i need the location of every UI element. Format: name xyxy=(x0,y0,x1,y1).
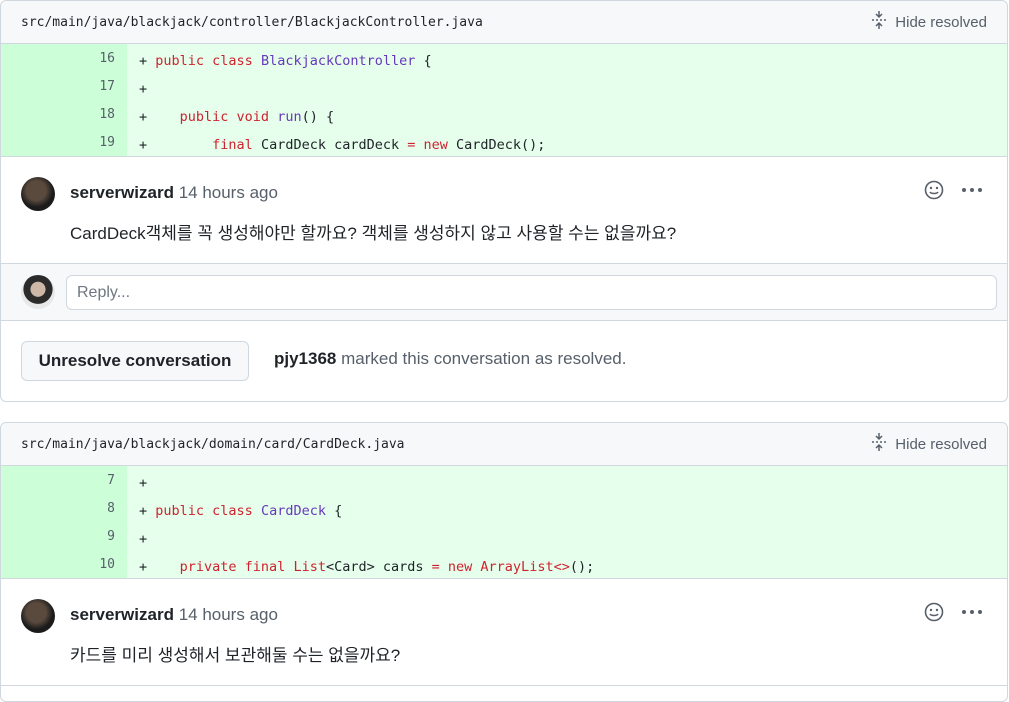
line-number[interactable]: 18 xyxy=(1,100,127,128)
avatar[interactable] xyxy=(21,177,55,211)
hide-resolved-button[interactable]: Hide resolved xyxy=(871,11,987,33)
code-line: + final CardDeck cardDeck = new CardDeck… xyxy=(127,131,545,153)
comment-time[interactable]: 14 hours ago xyxy=(179,605,278,624)
code-token: + xyxy=(139,109,180,125)
code-token: run xyxy=(277,109,302,125)
code-line: + xyxy=(127,75,147,97)
review-comment: serverwizard 14 hours ago 카드를 미리 생성해서 보관… xyxy=(1,578,1007,686)
code-token: List xyxy=(293,559,326,575)
code-token: class xyxy=(212,53,261,69)
comment-body: CardDeck객체를 꼭 생성해야만 할까요? 객체를 생성하지 않고 사용할… xyxy=(70,224,677,243)
line-number[interactable]: 17 xyxy=(1,72,127,100)
code-line: + public void run() { xyxy=(127,103,334,125)
review-comment: serverwizard 14 hours ago CardDeck객체를 꼭 … xyxy=(1,156,1007,264)
line-number[interactable]: 10 xyxy=(1,550,127,578)
diff-hunk: 7 +8 + public class CardDeck {9 +10 + privat… xyxy=(1,466,1007,578)
code-line: + xyxy=(127,469,147,491)
code-token: public xyxy=(179,109,237,125)
reply-box xyxy=(1,264,1007,321)
add-reaction-icon[interactable] xyxy=(923,601,945,623)
file-header: src/main/java/blackjack/controller/Black… xyxy=(1,1,1007,44)
code-token: + xyxy=(139,475,148,491)
add-reaction-icon[interactable] xyxy=(923,179,945,201)
comment-author[interactable]: serverwizard xyxy=(70,183,174,202)
current-user-avatar xyxy=(21,275,55,309)
code-token: CardDeck cardDeck xyxy=(260,137,408,153)
code-token: final xyxy=(244,559,294,575)
code-token: ArrayList<> xyxy=(480,559,570,575)
code-token: CardDeck(); xyxy=(456,137,546,153)
resolve-row: Unresolve conversation pjy1368 marked th… xyxy=(1,321,1007,401)
kebab-menu-icon[interactable] xyxy=(961,601,983,623)
code-token: { xyxy=(415,53,432,69)
code-token: class xyxy=(212,503,261,519)
code-line: + public class BlackjackController { xyxy=(127,47,432,69)
file-path[interactable]: src/main/java/blackjack/domain/card/Card… xyxy=(21,437,405,452)
avatar[interactable] xyxy=(21,599,55,633)
diff-line: 9 + xyxy=(1,522,1007,550)
code-token: (); xyxy=(569,559,595,575)
fold-icon xyxy=(871,11,887,33)
review-thread-2: src/main/java/blackjack/domain/card/Card… xyxy=(0,422,1008,702)
code-token: + xyxy=(139,53,156,69)
line-number[interactable]: 16 xyxy=(1,44,127,72)
code-token: () { xyxy=(301,109,335,125)
diff-line: 7 + xyxy=(1,466,1007,494)
code-token: public xyxy=(155,503,213,519)
line-number[interactable]: 19 xyxy=(1,128,127,156)
comment-body: 카드를 미리 생성해서 보관해둘 수는 없을까요? xyxy=(70,646,401,665)
code-token: BlackjackController xyxy=(260,53,416,69)
code-line: + private final List<Card> cards = new A… xyxy=(127,553,594,575)
line-number[interactable]: 8 xyxy=(1,494,127,522)
resolved-message: marked this conversation as resolved. xyxy=(336,349,627,368)
unresolve-conversation-button[interactable]: Unresolve conversation xyxy=(21,341,249,381)
line-number[interactable]: 9 xyxy=(1,522,127,550)
code-token: = xyxy=(431,559,448,575)
code-token: + xyxy=(139,559,180,575)
code-token: void xyxy=(236,109,278,125)
code-token: + xyxy=(139,503,156,519)
code-token: { xyxy=(325,503,343,519)
line-number[interactable]: 7 xyxy=(1,466,127,494)
hide-resolved-label: Hide resolved xyxy=(895,435,987,453)
code-token: new xyxy=(447,559,481,575)
diff-line: 18 + public void run() { xyxy=(1,100,1007,128)
comment-time[interactable]: 14 hours ago xyxy=(179,183,278,202)
diff-line: 17 + xyxy=(1,72,1007,100)
code-line: + public class CardDeck { xyxy=(127,497,342,519)
resolved-status: pjy1368 marked this conversation as reso… xyxy=(274,349,626,369)
code-token: + xyxy=(139,81,148,97)
code-token: CardDeck xyxy=(260,503,326,519)
code-token: + xyxy=(139,531,148,547)
code-token: <Card> cards xyxy=(325,559,432,575)
diff-line: 8 + public class CardDeck { xyxy=(1,494,1007,522)
code-line: + xyxy=(127,525,147,547)
code-token: = xyxy=(407,137,424,153)
code-token: final xyxy=(212,137,261,153)
review-thread-1: src/main/java/blackjack/controller/Black… xyxy=(0,0,1008,402)
kebab-menu-icon[interactable] xyxy=(961,179,983,201)
diff-hunk: 16 + public class BlackjackController {17… xyxy=(1,44,1007,156)
file-header: src/main/java/blackjack/domain/card/Card… xyxy=(1,423,1007,466)
file-path[interactable]: src/main/java/blackjack/controller/Black… xyxy=(21,15,483,30)
hide-resolved-button[interactable]: Hide resolved xyxy=(871,433,987,455)
code-token: private xyxy=(179,559,245,575)
code-token: public xyxy=(155,53,213,69)
diff-line: 19 + final CardDeck cardDeck = new CardDe… xyxy=(1,128,1007,156)
resolver-username[interactable]: pjy1368 xyxy=(274,349,336,368)
hide-resolved-label: Hide resolved xyxy=(895,13,987,31)
fold-icon xyxy=(871,433,887,455)
comment-author[interactable]: serverwizard xyxy=(70,605,174,624)
code-token: new xyxy=(423,137,457,153)
code-token: + xyxy=(139,137,213,153)
diff-line: 10 + private final List<Card> cards = new… xyxy=(1,550,1007,578)
reply-input[interactable] xyxy=(66,275,997,310)
diff-line: 16 + public class BlackjackController { xyxy=(1,44,1007,72)
